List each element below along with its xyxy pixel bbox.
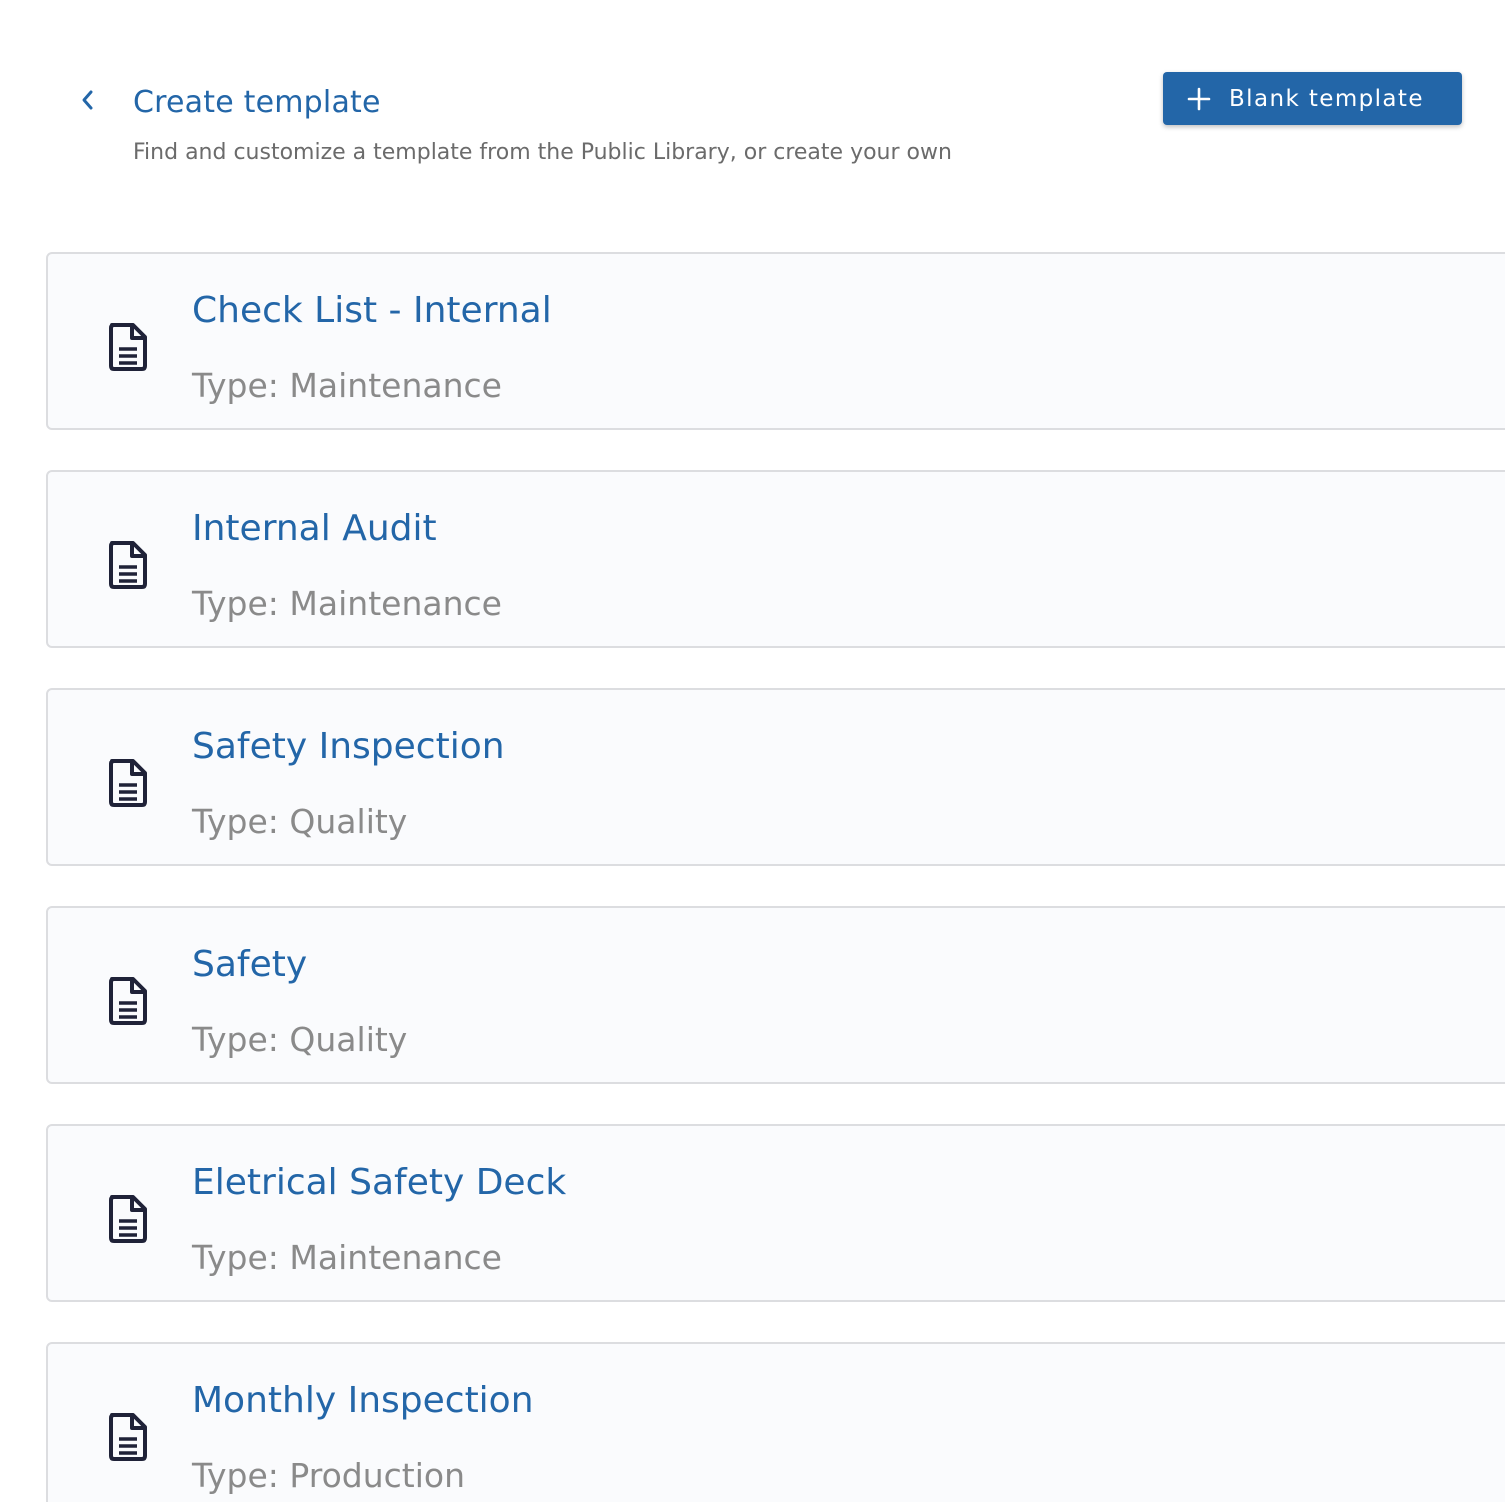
template-type: Type: Maintenance — [192, 583, 502, 625]
template-title: Safety — [192, 944, 308, 985]
template-card[interactable]: Check List - Internal Type: Maintenance — [46, 252, 1505, 430]
page-title: Create template — [133, 85, 381, 120]
template-type-value: Quality — [289, 1020, 408, 1059]
template-type-value: Production — [289, 1456, 465, 1495]
template-type: Type: Production — [192, 1455, 465, 1497]
template-card[interactable]: Safety Type: Quality — [46, 906, 1505, 1084]
template-title: Safety Inspection — [192, 726, 505, 767]
template-type: Type: Maintenance — [192, 1237, 502, 1279]
template-type-label: Type: — [192, 584, 279, 623]
template-type-value: Quality — [289, 802, 408, 841]
template-type: Type: Quality — [192, 1019, 407, 1061]
template-title: Internal Audit — [192, 508, 437, 549]
template-type-label: Type: — [192, 1238, 279, 1277]
blank-template-button[interactable]: Blank template — [1163, 72, 1462, 125]
page-header: Create template Find and customize a tem… — [0, 0, 1505, 200]
document-icon — [109, 1413, 147, 1461]
template-title: Check List - Internal — [192, 290, 552, 331]
document-icon — [109, 759, 147, 807]
template-type: Type: Quality — [192, 801, 407, 843]
back-button[interactable] — [72, 84, 104, 116]
template-type-label: Type: — [192, 366, 279, 405]
template-card[interactable]: Internal Audit Type: Maintenance — [46, 470, 1505, 648]
template-type-value: Maintenance — [289, 1238, 502, 1277]
template-type-value: Maintenance — [289, 584, 502, 623]
document-icon — [109, 541, 147, 589]
document-icon — [109, 977, 147, 1025]
template-card[interactable]: Eletrical Safety Deck Type: Maintenance — [46, 1124, 1505, 1302]
template-type-label: Type: — [192, 802, 279, 841]
template-type-label: Type: — [192, 1456, 279, 1495]
chevron-left-icon — [82, 90, 93, 110]
document-icon — [109, 1195, 147, 1243]
template-card[interactable]: Monthly Inspection Type: Production — [46, 1342, 1505, 1502]
plus-icon — [1187, 87, 1211, 111]
template-type-label: Type: — [192, 1020, 279, 1059]
page-subtitle: Find and customize a template from the P… — [133, 140, 952, 165]
template-card[interactable]: Safety Inspection Type: Quality — [46, 688, 1505, 866]
template-title: Eletrical Safety Deck — [192, 1162, 567, 1203]
template-type: Type: Maintenance — [192, 365, 502, 407]
blank-template-label: Blank template — [1229, 85, 1424, 112]
template-title: Monthly Inspection — [192, 1380, 534, 1421]
template-list: Check List - Internal Type: Maintenance … — [46, 252, 1505, 1502]
document-icon — [109, 323, 147, 371]
template-type-value: Maintenance — [289, 366, 502, 405]
